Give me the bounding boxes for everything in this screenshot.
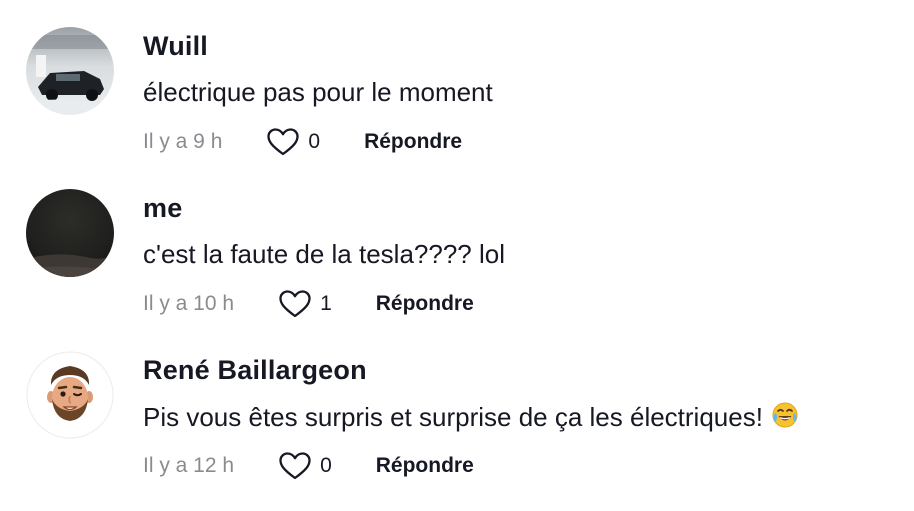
like-count: 0 <box>320 454 332 477</box>
heart-icon <box>279 452 311 480</box>
comment-item: Wuill électrique pas pour le moment Il y… <box>0 27 914 187</box>
comment-text-content: Pis vous êtes surpris et surprise de ça … <box>143 402 763 432</box>
memoji-avatar[interactable] <box>26 351 114 439</box>
like-button[interactable]: 0 <box>266 127 320 157</box>
car-photo-avatar[interactable] <box>26 27 114 115</box>
dark-photo-avatar[interactable] <box>26 189 114 277</box>
comment-text: Pis vous êtes surpris et surprise de ça … <box>143 401 799 436</box>
reply-button[interactable]: Répondre <box>376 292 474 316</box>
comment-username[interactable]: Wuill <box>143 31 208 62</box>
heart-icon <box>267 128 300 156</box>
comment-meta: Il y a 12 h 0 Répondre <box>143 449 474 483</box>
comment-text: électrique pas pour le moment <box>143 77 493 107</box>
comment-timestamp: Il y a 9 h <box>143 130 223 153</box>
tears-of-joy-emoji-icon <box>771 401 799 436</box>
comment-meta: Il y a 9 h 0 Répondre <box>143 125 462 159</box>
comment-username[interactable]: me <box>143 193 182 224</box>
comment-timestamp: Il y a 10 h <box>143 292 235 315</box>
like-button[interactable]: 1 <box>278 289 332 319</box>
comment-text: c'est la faute de la tesla???? lol <box>143 239 505 269</box>
comment-username[interactable]: René Baillargeon <box>143 355 367 386</box>
reply-button[interactable]: Répondre <box>364 130 462 154</box>
like-count: 0 <box>308 130 321 153</box>
comment-meta: Il y a 10 h 1 Répondre <box>143 287 474 321</box>
heart-icon <box>279 290 311 318</box>
like-button[interactable]: 0 <box>278 451 332 481</box>
comment-item: me c'est la faute de la tesla???? lol Il… <box>0 189 914 349</box>
like-count: 1 <box>320 292 332 315</box>
comment-timestamp: Il y a 12 h <box>143 454 235 477</box>
reply-button[interactable]: Répondre <box>376 454 474 478</box>
comment-item: René Baillargeon Pis vous êtes surpris e… <box>0 351 914 511</box>
